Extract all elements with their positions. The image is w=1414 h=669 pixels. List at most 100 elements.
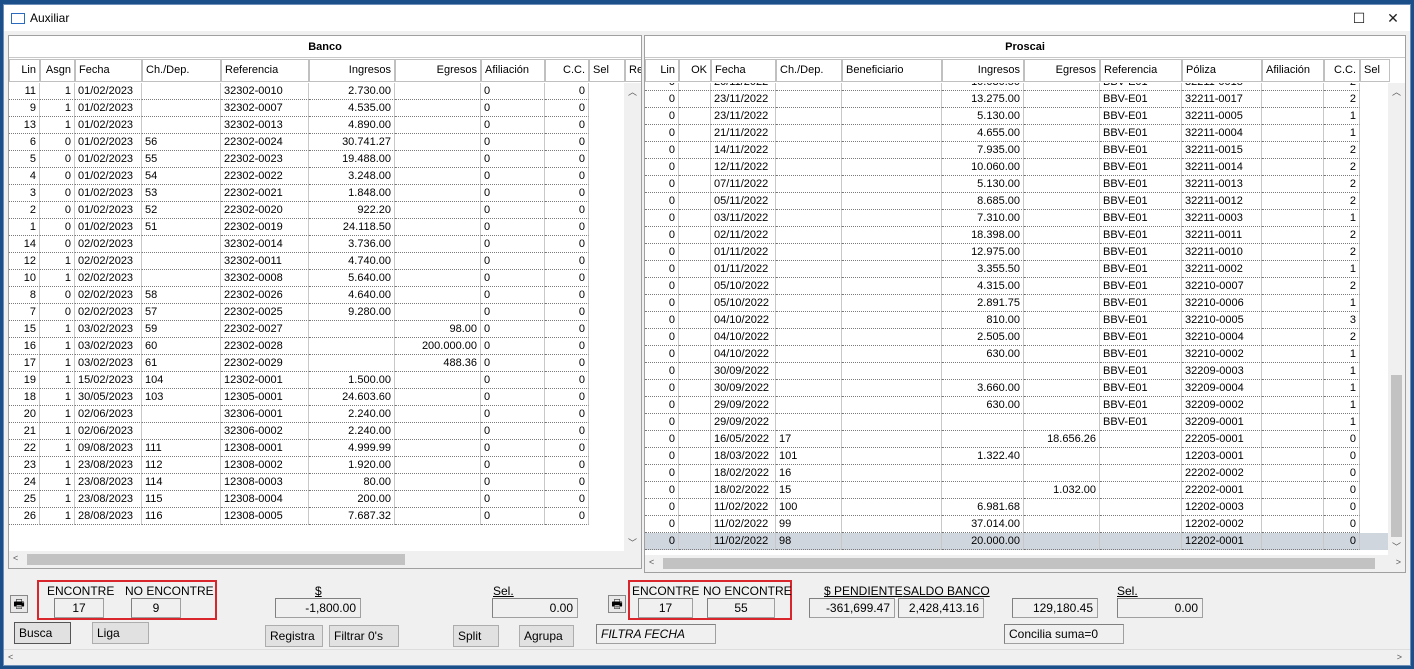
proscai-header-7[interactable]: Referencia	[1100, 59, 1182, 82]
table-row[interactable]: 0 01/11/2022 12.975.00 BBV-E01 32211-0010 2	[645, 244, 1388, 261]
scroll-up-icon[interactable]: ︿	[628, 85, 637, 98]
proscai-header-10[interactable]: C.C.	[1324, 59, 1360, 82]
proscai-vscroll-thumb[interactable]	[1391, 375, 1402, 537]
table-row[interactable]: 0 05/10/2022 4.315.00 BBV-E01 32210-0007 2	[645, 278, 1388, 295]
table-row[interactable]: 0 29/09/2022 630.00 BBV-E01 32209-0002 1	[645, 397, 1388, 414]
table-row[interactable]: 0 11/02/2022 99 37.014.00 12202-0002 0	[645, 516, 1388, 533]
table-row[interactable]: 0 04/10/2022 2.505.00 BBV-E01 32210-0004 2	[645, 329, 1388, 346]
table-row[interactable]: 5 0 01/02/2023 55 22302-0023 19.488.00 0 0	[9, 151, 624, 168]
table-row[interactable]: 0 20/11/2022 10.030.50 BBV-E0132211-0018 2	[645, 83, 1388, 91]
banco-header-4[interactable]: Referencia	[221, 59, 309, 82]
scroll-right-icon[interactable]: >	[1397, 652, 1402, 662]
table-row[interactable]: 8 0 02/02/2023 58 22302-0026 4.640.00 0 0	[9, 287, 624, 304]
scroll-left-icon[interactable]: <	[649, 557, 654, 567]
banco-header-2[interactable]: Fecha	[75, 59, 142, 82]
proscai-header-11[interactable]: Sel	[1360, 59, 1390, 82]
table-row[interactable]: 24 1 23/08/2023 114 12308-0003 80.00 0 0	[9, 474, 624, 491]
scroll-left-icon[interactable]: <	[13, 553, 18, 563]
table-row[interactable]: 0 11/02/2022 100 6.981.68 12202-0003 0	[645, 499, 1388, 516]
table-row[interactable]: 1 0 01/02/2023 51 22302-0019 24.118.50 0 0	[9, 219, 624, 236]
table-row[interactable]: 0 11/02/2022 98 20.000.00 12202-0001 0	[645, 533, 1388, 550]
table-row[interactable]: 15 1 03/02/2023 59 22302-0027 98.00 0 0	[9, 321, 624, 338]
table-row[interactable]: 26 1 28/08/2023 116 12308-0005 7.687.32 0 0	[9, 508, 624, 525]
banco-header-8[interactable]: C.C.	[545, 59, 589, 82]
table-row[interactable]: 0 03/11/2022 7.310.00 BBV-E01 32211-0003 1	[645, 210, 1388, 227]
table-row[interactable]: 0 18/02/2022 16 22202-0002 0	[645, 465, 1388, 482]
table-row[interactable]: 18 1 30/05/2023 103 12305-0001 24.603.60 0 0	[9, 389, 624, 406]
proscai-header-4[interactable]: Beneficiario	[842, 59, 942, 82]
table-row[interactable]: 2 0 01/02/2023 52 22302-0020 922.20 0 0	[9, 202, 624, 219]
table-row[interactable]: 0 12/11/2022 10.060.00 BBV-E01 32211-0014 2	[645, 159, 1388, 176]
scroll-right-icon[interactable]: >	[1396, 557, 1401, 567]
table-row[interactable]: 10 1 02/02/2023 32302-0008 5.640.00 0 0	[9, 270, 624, 287]
proscai-grid[interactable]: Proscai Lin OK Fecha Ch./Dep. Beneficiario In…	[644, 35, 1406, 573]
table-row[interactable]: 0 29/09/2022 BBV-E01 32209-0001 1	[645, 414, 1388, 431]
table-row[interactable]: 4 0 01/02/2023 54 22302-0022 3.248.00 0 0	[9, 168, 624, 185]
banco-rows[interactable]: 11 1 01/02/2023 32302-0010 2.730.00 0 0 9 1 01/02…	[9, 83, 624, 551]
print-banco-button[interactable]: 🖶	[10, 595, 28, 613]
banco-header-3[interactable]: Ch./Dep.	[142, 59, 221, 82]
table-row[interactable]: 13 1 01/02/2023 32302-0013 4.890.00 0 0	[9, 117, 624, 134]
table-row[interactable]: 22 1 09/08/2023 111 12308-0001 4.999.99 0 0	[9, 440, 624, 457]
registra-button[interactable]: Registra	[265, 625, 323, 647]
proscai-header-6[interactable]: Egresos	[1024, 59, 1100, 82]
proscai-hscroll-thumb[interactable]	[663, 558, 1375, 569]
table-row[interactable]: 11 1 01/02/2023 32302-0010 2.730.00 0 0	[9, 83, 624, 100]
close-button[interactable]: ✕	[1382, 8, 1404, 28]
table-row[interactable]: 0 05/11/2022 8.685.00 BBV-E01 32211-0012 2	[645, 193, 1388, 210]
table-row[interactable]: 0 30/09/2022 BBV-E01 32209-0003 1	[645, 363, 1388, 380]
banco-header-7[interactable]: Afiliación	[481, 59, 545, 82]
proscai-rows[interactable]: 020/11/202210.030.50BBV-E0132211-0018202…	[645, 83, 1388, 555]
table-row[interactable]: 0 23/11/2022 13.275.00 BBV-E01 32211-0017 2	[645, 91, 1388, 108]
split-button[interactable]: Split	[453, 625, 499, 647]
liga-button[interactable]: Liga	[92, 622, 149, 644]
table-row[interactable]: 0 30/09/2022 3.660.00 BBV-E01 32209-0004 1	[645, 380, 1388, 397]
table-row[interactable]: 0 23/11/2022 5.130.00 BBV-E01 32211-0005 1	[645, 108, 1388, 125]
proscai-header-2[interactable]: Fecha	[711, 59, 776, 82]
banco-hscroll-thumb[interactable]	[27, 554, 405, 565]
table-row[interactable]: 0 18/03/2022 101 1.322.40 12203-0001 0	[645, 448, 1388, 465]
table-row[interactable]: 9 1 01/02/2023 32302-0007 4.535.00 0 0	[9, 100, 624, 117]
table-row[interactable]: 17 1 03/02/2023 61 22302-0029 488.36 0 0	[9, 355, 624, 372]
filtrar-ceros-button[interactable]: Filtrar 0's	[329, 625, 399, 647]
window-horizontal-scrollbar[interactable]: < >	[4, 649, 1410, 665]
filtra-fecha-button[interactable]: FILTRA FECHA	[596, 624, 716, 644]
table-row[interactable]: 14 0 02/02/2023 32302-0014 3.736.00 0 0	[9, 236, 624, 253]
banco-horizontal-scrollbar[interactable]: <	[9, 551, 641, 568]
table-row[interactable]: 12 1 02/02/2023 32302-0011 4.740.00 0 0	[9, 253, 624, 270]
print-proscai-button[interactable]: 🖶	[608, 595, 626, 613]
table-row[interactable]: 0 21/11/2022 4.655.00 BBV-E01 32211-0004 1	[645, 125, 1388, 142]
table-row[interactable]: 0 05/10/2022 2.891.75 BBV-E01 32210-0006 1	[645, 295, 1388, 312]
proscai-header-1[interactable]: OK	[679, 59, 711, 82]
banco-grid[interactable]: Banco Lin Asgn Fecha Ch./Dep. Referencia Ingr…	[8, 35, 642, 569]
scroll-down-icon[interactable]: ﹀	[1392, 540, 1401, 553]
table-row[interactable]: 23 1 23/08/2023 112 12308-0002 1.920.00 0 0	[9, 457, 624, 474]
scroll-up-icon[interactable]: ︿	[1392, 85, 1401, 98]
table-row[interactable]: 0 07/11/2022 5.130.00 BBV-E01 32211-0013 2	[645, 176, 1388, 193]
banco-header-6[interactable]: Egresos	[395, 59, 481, 82]
busca-button[interactable]: Busca	[14, 622, 71, 644]
proscai-vertical-scrollbar[interactable]: ︿ ﹀	[1388, 83, 1405, 555]
proscai-header-5[interactable]: Ingresos	[942, 59, 1024, 82]
table-row[interactable]: 7 0 02/02/2023 57 22302-0025 9.280.00 0 0	[9, 304, 624, 321]
table-row[interactable]: 0 18/02/2022 15 1.032.00 22202-0001 0	[645, 482, 1388, 499]
table-row[interactable]: 0 02/11/2022 18.398.00 BBV-E01 32211-0011 2	[645, 227, 1388, 244]
table-row[interactable]: 21 1 02/06/2023 32306-0002 2.240.00 0 0	[9, 423, 624, 440]
banco-vertical-scrollbar[interactable]: ︿ ﹀	[624, 83, 641, 551]
table-row[interactable]: 0 04/10/2022 810.00 BBV-E01 32210-0005 3	[645, 312, 1388, 329]
table-row[interactable]: 16 1 03/02/2023 60 22302-0028 200.000.00 0 0	[9, 338, 624, 355]
table-row[interactable]: 0 16/05/2022 17 18.656.26 22205-0001 0	[645, 431, 1388, 448]
proscai-header-0[interactable]: Lin	[645, 59, 679, 82]
banco-header-0[interactable]: Lin	[9, 59, 40, 82]
table-row[interactable]: 6 0 01/02/2023 56 22302-0024 30.741.27 0 0	[9, 134, 624, 151]
maximize-button[interactable]: ☐	[1348, 8, 1370, 28]
table-row[interactable]: 3 0 01/02/2023 53 22302-0021 1.848.00 0 0	[9, 185, 624, 202]
table-row[interactable]: 0 04/10/2022 630.00 BBV-E01 32210-0002 1	[645, 346, 1388, 363]
proscai-header-8[interactable]: Póliza	[1182, 59, 1262, 82]
banco-header-10[interactable]: Re	[625, 59, 641, 82]
agrupa-button[interactable]: Agrupa	[519, 625, 574, 647]
proscai-header-9[interactable]: Afiliación	[1262, 59, 1324, 82]
banco-header-9[interactable]: Sel	[589, 59, 625, 82]
table-row[interactable]: 20 1 02/06/2023 32306-0001 2.240.00 0 0	[9, 406, 624, 423]
proscai-header-3[interactable]: Ch./Dep.	[776, 59, 842, 82]
